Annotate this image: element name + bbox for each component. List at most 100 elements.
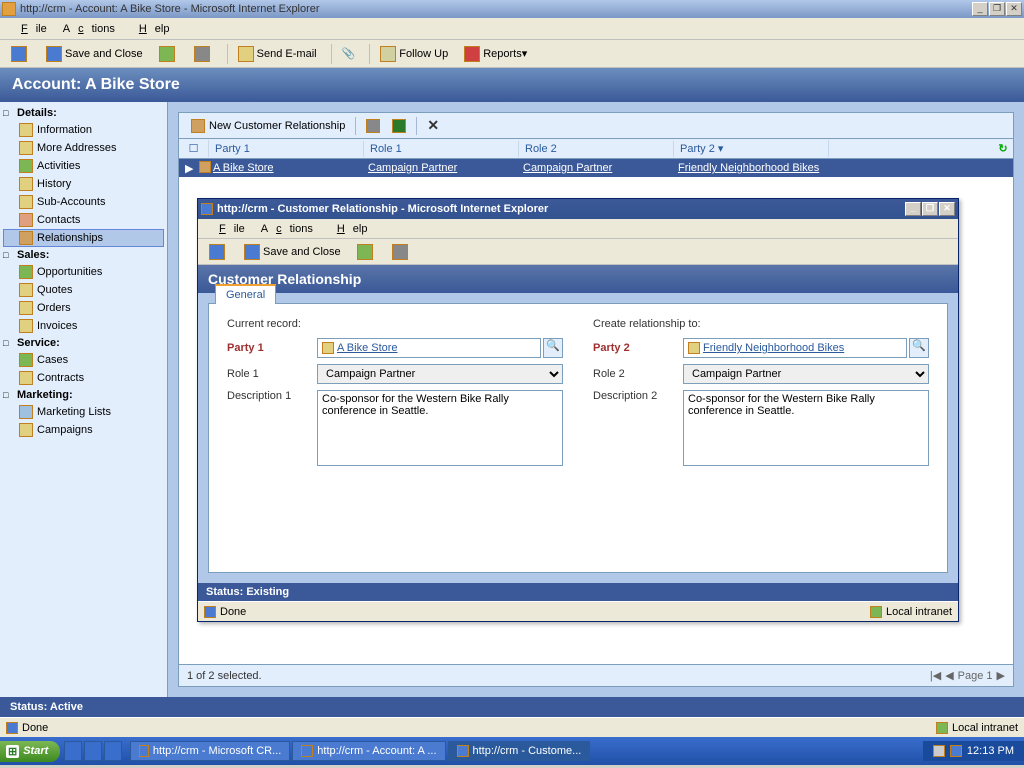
grid-col-party1[interactable]: Party 1: [209, 141, 364, 157]
ie-icon: [6, 722, 18, 734]
sidebar-item-history[interactable]: History: [3, 175, 164, 193]
popup-menu-actions[interactable]: Actions: [253, 221, 321, 237]
taskbar-task-1[interactable]: http://crm - Microsoft CR...: [130, 741, 290, 761]
ie-icon: [204, 606, 216, 618]
popup-save-new-button[interactable]: [351, 242, 382, 262]
popup-minimize-button[interactable]: _: [905, 202, 921, 216]
sidebar-group-details[interactable]: Details:: [3, 105, 164, 121]
sidebar-item-quotes[interactable]: Quotes: [3, 281, 164, 299]
label-role1: Role 1: [227, 368, 317, 380]
page-title-banner: Account: A Bike Store: [0, 68, 1024, 102]
popup-window: http://crm - Customer Relationship - Mic…: [197, 198, 959, 622]
label-desc2: Description 2: [593, 390, 683, 402]
grid-select-all[interactable]: ☐: [179, 140, 209, 157]
menu-file[interactable]: File: [5, 21, 55, 37]
sidebar-item-campaigns[interactable]: Campaigns: [3, 421, 164, 439]
party1-lookup-button[interactable]: 🔍: [543, 338, 563, 358]
start-button[interactable]: ⊞Start: [0, 741, 60, 762]
menu-actions[interactable]: Actions: [55, 21, 123, 37]
sidebar-group-sales[interactable]: Sales:: [3, 247, 164, 263]
ql-desktop-icon[interactable]: [64, 741, 82, 761]
party2-link[interactable]: Friendly Neighborhood Bikes: [703, 342, 844, 354]
save-and-close-button[interactable]: Save and Close: [40, 44, 149, 64]
popup-close-button[interactable]: ✕: [939, 202, 955, 216]
sidebar-item-opportunities[interactable]: Opportunities: [3, 263, 164, 281]
section-create-relationship: Create relationship to:: [593, 318, 929, 330]
sidebar-item-cases[interactable]: Cases: [3, 351, 164, 369]
taskbar-task-2[interactable]: http://crm - Account: A ...: [292, 741, 445, 761]
sidebar-item-sub-accounts[interactable]: Sub-Accounts: [3, 193, 164, 211]
page-next-button[interactable]: ▶: [997, 669, 1005, 682]
print-grid-button[interactable]: [360, 117, 386, 135]
popup-status-done: Done: [220, 606, 246, 618]
tab-general[interactable]: General: [215, 284, 276, 304]
desc1-textarea[interactable]: [317, 390, 563, 466]
toolbar: Save and Close Send E-mail 📎 Follow Up R…: [0, 40, 1024, 68]
popup-save-button[interactable]: [203, 242, 234, 262]
sidebar-item-relationships[interactable]: Relationships: [3, 229, 164, 247]
content-footer: 1 of 2 selected. |◀ ◀ Page 1 ▶: [179, 664, 1013, 686]
system-tray[interactable]: 12:13 PM: [923, 741, 1024, 761]
role2-select[interactable]: Campaign Partner: [683, 364, 929, 384]
close-button[interactable]: ✕: [1006, 2, 1022, 16]
tray-icon[interactable]: [933, 745, 945, 757]
print-button[interactable]: [188, 44, 219, 64]
row-party1-link[interactable]: A Bike Store: [213, 162, 274, 174]
grid-col-role2[interactable]: Role 2: [519, 141, 674, 157]
popup-restore-button[interactable]: ❐: [922, 202, 938, 216]
popup-menu-file[interactable]: File: [203, 221, 253, 237]
sidebar-group-marketing[interactable]: Marketing:: [3, 387, 164, 403]
selection-count: 1 of 2 selected.: [187, 670, 262, 682]
export-excel-button[interactable]: [386, 117, 412, 135]
account-icon: [322, 342, 334, 354]
menu-help[interactable]: Help: [123, 21, 178, 37]
popup-ie-statusbar: Done Local intranet: [198, 601, 958, 621]
role1-select[interactable]: Campaign Partner: [317, 364, 563, 384]
grid-col-party2[interactable]: Party 2 ▾: [674, 140, 829, 157]
popup-print-button[interactable]: [386, 242, 417, 262]
ql-outlook-icon[interactable]: [104, 741, 122, 761]
tray-icon[interactable]: [950, 745, 962, 757]
minimize-button[interactable]: _: [972, 2, 988, 16]
account-icon: [688, 342, 700, 354]
sidebar-group-service[interactable]: Service:: [3, 335, 164, 351]
sidebar: Details: Information More Addresses Acti…: [0, 102, 168, 697]
sidebar-item-information[interactable]: Information: [3, 121, 164, 139]
party2-lookup-button[interactable]: 🔍: [909, 338, 929, 358]
page-prev-button[interactable]: ◀: [945, 669, 953, 682]
attach-button[interactable]: 📎: [336, 45, 362, 62]
row-role2-link[interactable]: Campaign Partner: [523, 162, 612, 174]
grid-refresh-button[interactable]: ↻: [993, 142, 1013, 155]
sidebar-item-more-addresses[interactable]: More Addresses: [3, 139, 164, 157]
save-new-button[interactable]: [153, 44, 184, 64]
sidebar-item-invoices[interactable]: Invoices: [3, 317, 164, 335]
popup-save-close-button[interactable]: Save and Close: [238, 242, 347, 262]
popup-menu-help[interactable]: Help: [321, 221, 376, 237]
ie-statusbar: Done Local intranet: [0, 717, 1024, 737]
sidebar-item-contacts[interactable]: Contacts: [3, 211, 164, 229]
window-titlebar: http://crm - Account: A Bike Store - Mic…: [0, 0, 1024, 18]
delete-button[interactable]: ✕: [421, 115, 445, 136]
desc2-textarea[interactable]: [683, 390, 929, 466]
reports-dropdown[interactable]: Reports ▾: [458, 44, 533, 64]
party1-link[interactable]: A Bike Store: [337, 342, 398, 354]
page-first-button[interactable]: |◀: [930, 669, 941, 682]
new-relationship-button[interactable]: New Customer Relationship: [185, 117, 351, 135]
row-party2-link[interactable]: Friendly Neighborhood Bikes: [678, 162, 819, 174]
grid-row-selected[interactable]: ▶ A Bike Store Campaign Partner Campaign…: [179, 159, 1013, 177]
grid-col-role1[interactable]: Role 1: [364, 141, 519, 157]
outer-status-bar: Status: Active: [0, 697, 1024, 717]
sidebar-item-activities[interactable]: Activities: [3, 157, 164, 175]
save-button[interactable]: [5, 44, 36, 64]
clock[interactable]: 12:13 PM: [967, 745, 1014, 757]
send-email-button[interactable]: Send E-mail: [232, 44, 323, 64]
taskbar-task-3[interactable]: http://crm - Custome...: [448, 741, 591, 761]
sidebar-item-orders[interactable]: Orders: [3, 299, 164, 317]
label-party1: Party 1: [227, 342, 317, 354]
row-role1-link[interactable]: Campaign Partner: [368, 162, 457, 174]
sidebar-item-marketing-lists[interactable]: Marketing Lists: [3, 403, 164, 421]
ql-ie-icon[interactable]: [84, 741, 102, 761]
restore-button[interactable]: ❐: [989, 2, 1005, 16]
follow-up-button[interactable]: Follow Up: [374, 44, 454, 64]
sidebar-item-contracts[interactable]: Contracts: [3, 369, 164, 387]
